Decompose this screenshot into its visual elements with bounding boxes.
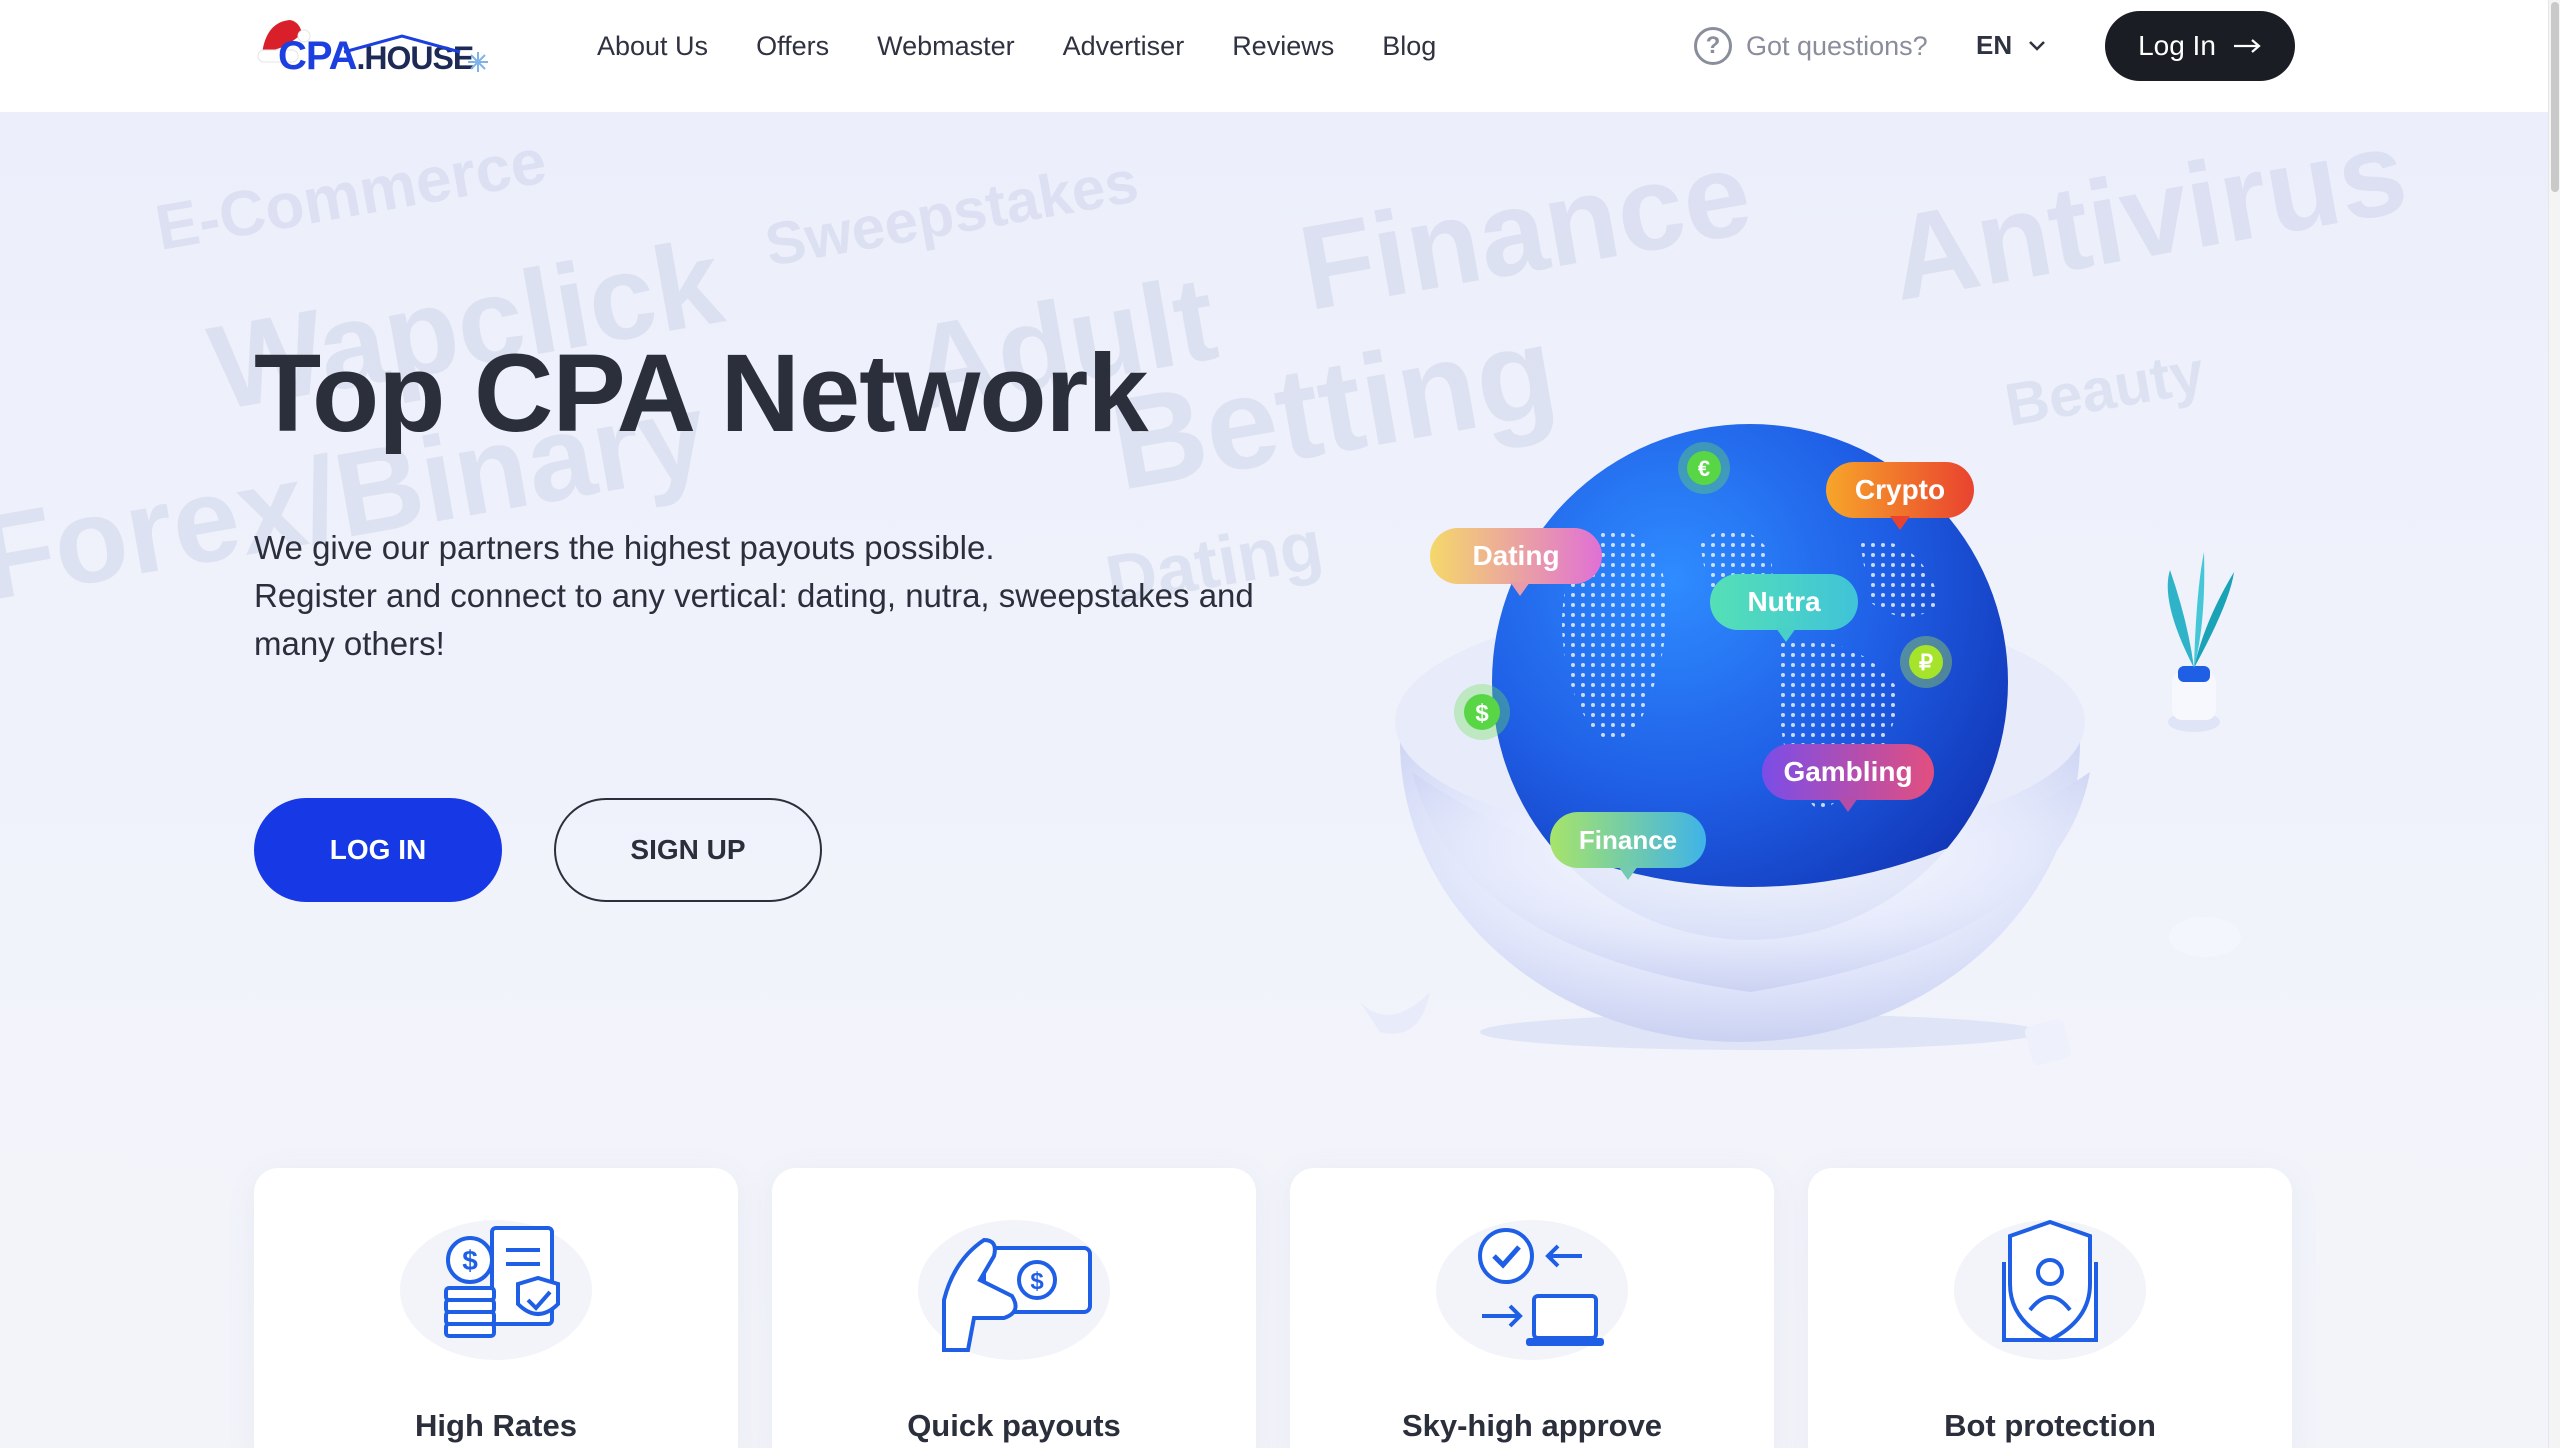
main-nav: About Us Offers Webmaster Advertiser Rev… xyxy=(597,0,1484,92)
logo[interactable]: CPA.HOUSE xyxy=(254,14,494,84)
feature-title: Sky-high approve xyxy=(1401,1408,1663,1443)
hero-title: Top CPA Network xyxy=(254,332,1149,455)
svg-text:$: $ xyxy=(1030,1268,1044,1295)
nav-blog[interactable]: Blog xyxy=(1382,31,1436,62)
bg-word-ecommerce: E-Commerce xyxy=(150,124,552,264)
got-questions-label: Got questions? xyxy=(1746,30,1928,61)
nav-webmaster[interactable]: Webmaster xyxy=(877,31,1015,62)
hero-login-button[interactable]: LOG IN xyxy=(254,798,502,902)
feature-card-sky-high-approve: Sky-high approve xyxy=(1290,1168,1774,1448)
hero-subtitle-line: Register and connect to any vertical: da… xyxy=(254,577,1254,614)
hero-subtitle-line: many others! xyxy=(254,625,445,662)
svg-text:Finance: Finance xyxy=(1579,825,1677,855)
scrollbar-thumb[interactable] xyxy=(2551,2,2559,192)
bg-word-sweepstakes: Sweepstakes xyxy=(760,147,1143,279)
coin-dollar: $ xyxy=(1454,684,1510,740)
shield-user-icon xyxy=(1954,1219,2146,1360)
hero-subtitle: We give our partners the highest payouts… xyxy=(254,524,1254,668)
feature-card-quick-payouts: $ Quick payouts xyxy=(772,1168,1256,1448)
svg-text:Dating: Dating xyxy=(1472,540,1559,571)
features-row: $ High Rates $ Quick payouts Sky-high ap… xyxy=(254,1168,2294,1448)
language-value: EN xyxy=(1976,30,2013,60)
chevron-down-icon xyxy=(2029,40,2046,51)
feature-card-bot-protection: Bot protection xyxy=(1808,1168,2292,1448)
hero-subtitle-line: We give our partners the highest payouts… xyxy=(254,529,995,566)
svg-text:€: € xyxy=(1698,456,1710,481)
got-questions-link[interactable]: ? Got questions? xyxy=(1694,26,1928,66)
coins-document-icon: $ xyxy=(400,1220,592,1360)
feature-title: Bot protection xyxy=(1944,1408,2156,1443)
svg-text:$: $ xyxy=(462,1245,478,1276)
feature-title: Quick payouts xyxy=(907,1408,1121,1443)
hand-money-icon: $ xyxy=(918,1220,1110,1360)
svg-text:Nutra: Nutra xyxy=(1747,586,1821,617)
roof-icon xyxy=(343,34,461,54)
feature-title: High Rates xyxy=(415,1408,577,1443)
nav-reviews[interactable]: Reviews xyxy=(1232,31,1334,62)
bg-word-antivirus: Antivirus xyxy=(1880,112,2416,326)
language-selector[interactable]: EN xyxy=(1976,30,2046,61)
svg-text:$: $ xyxy=(1475,700,1489,727)
site-header: CPA.HOUSE About Us Offers Webmaster Adve… xyxy=(0,0,2548,112)
globe-illustration: € $ ₽ Crypto Dating Nutra Gambling Finan… xyxy=(1360,424,2241,1066)
feature-card-high-rates: $ High Rates xyxy=(254,1168,738,1448)
arrow-right-icon xyxy=(2233,39,2261,53)
nav-offers[interactable]: Offers xyxy=(756,31,829,62)
svg-text:₽: ₽ xyxy=(1919,650,1933,675)
approve-laptop-icon xyxy=(1436,1220,1628,1360)
header-login-button[interactable]: Log In xyxy=(2105,11,2295,81)
svg-text:Crypto: Crypto xyxy=(1855,474,1945,505)
snowflake-icon xyxy=(468,52,488,72)
hero-signup-button[interactable]: SIGN UP xyxy=(554,798,822,902)
coin-euro: € xyxy=(1678,442,1730,494)
nav-about-us[interactable]: About Us xyxy=(597,31,708,62)
question-icon: ? xyxy=(1694,27,1732,65)
header-login-label: Log In xyxy=(2138,30,2216,61)
plant-decoration xyxy=(2167,552,2234,732)
coin-ruble: ₽ xyxy=(1900,636,1952,688)
nav-advertiser[interactable]: Advertiser xyxy=(1063,31,1185,62)
scrollbar[interactable] xyxy=(2548,0,2560,1448)
svg-text:Gambling: Gambling xyxy=(1783,756,1912,787)
